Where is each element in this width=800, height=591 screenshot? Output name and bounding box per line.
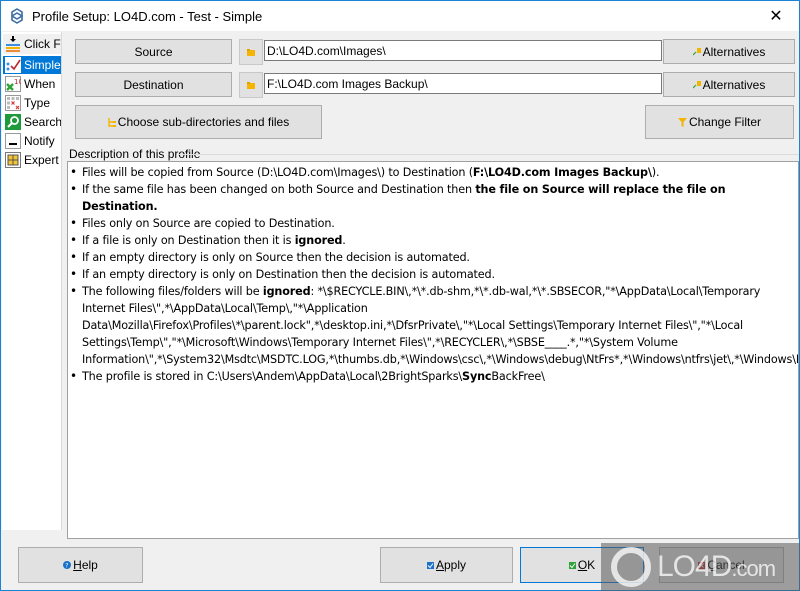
choose-subdirectories-button[interactable]: Choose sub-directories and files [75,105,322,139]
description-item: If a file is only on Destination then it… [70,232,794,249]
description-bold-text: ignored [262,285,311,298]
alternatives-icon [692,47,701,55]
description-item: Files only on Source are copied to Desti… [70,215,794,232]
sidebar-item-expert[interactable]: Expert [3,151,61,169]
description-item: If an empty directory is only on Destina… [70,266,794,283]
sidebar-item-label: Search [24,115,61,129]
cancel-label: Cancel [707,558,745,572]
apply-button[interactable]: Apply [380,547,513,583]
description-text: The profile is stored in C:\Users\Andem\… [82,370,463,383]
description-item: If an empty directory is only on Source … [70,249,794,266]
sidebar-item-label: Type [24,96,51,110]
svg-text:10: 10 [14,78,21,86]
help-label: Help [73,558,98,572]
window-title: Profile Setup: LO4D.com - Test - Simple [32,8,263,24]
ok-button[interactable]: OK [520,547,644,583]
sidebar-item-simple[interactable]: Simple [3,56,61,74]
alternatives-icon [692,80,701,88]
close-icon: ✕ [769,8,783,25]
apply-icon [426,561,434,569]
description-bold-text: ignored [294,234,343,247]
profile-setup-window: Profile Setup: LO4D.com - Test - Simple … [0,0,800,591]
source-path-input[interactable] [264,40,662,61]
description-box: Files will be copied from Source (D:\LO4… [67,161,799,539]
search-icon [5,114,21,130]
sidebar-click-for-button[interactable]: Click Fo [3,34,61,54]
simple-icon [5,57,21,73]
ok-icon [568,561,576,569]
filter-icon [677,117,687,127]
destination-path-input[interactable] [264,73,662,94]
change-filter-button[interactable]: Change Filter [645,105,794,139]
sidebar: Click Fo Simple 10 When Type Search [2,32,62,530]
notify-icon [5,133,21,149]
destination-alternatives-label: Alternatives [702,77,766,92]
description-text: The following files/folders will be [82,285,263,298]
svg-text:?: ? [65,563,68,570]
description-bold-text: F:\LO4D.com Images Backup\ [472,166,652,179]
sidebar-item-search[interactable]: Search [3,113,61,131]
source-button[interactable]: Source [75,39,232,64]
description-text: If a file is only on Destination then it… [82,234,295,247]
description-text: BackFree\ [491,370,545,383]
description-item: The following files/folders will be igno… [70,283,798,368]
title-bar: Profile Setup: LO4D.com - Test - Simple … [1,1,799,31]
sidebar-item-label: Expert [24,153,59,167]
description-item: The profile is stored in C:\Users\Andem\… [70,368,794,385]
help-button[interactable]: ? Help [18,547,143,583]
expert-icon [5,152,21,168]
type-icon [5,95,21,111]
apply-label: Apply [435,558,467,572]
sidebar-item-when[interactable]: 10 When [3,75,61,93]
description-text: If an empty directory is only on Destina… [82,268,495,281]
source-browse-button[interactable] [239,39,263,65]
description-text: Files only on Source are copied to Desti… [82,217,335,230]
description-text: ). [651,166,660,179]
description-item: If the same file has been changed on bot… [70,181,794,215]
sidebar-item-type[interactable]: Type [3,94,61,112]
download-list-icon [5,36,21,52]
sidebar-item-label: When [24,77,56,91]
description-divider [179,154,799,155]
description-text: If the same file has been changed on bot… [82,183,476,196]
source-alternatives-button[interactable]: Alternatives [663,39,795,64]
app-logo-icon [9,8,25,24]
description-bold-text: Sync [462,370,492,383]
source-button-label: Source [134,44,173,59]
cancel-button[interactable]: Cancel [659,547,784,583]
sidebar-click-for-label: Click Fo [24,37,61,51]
description-item: Files will be copied from Source (D:\LO4… [70,164,794,181]
choose-subdirectories-label: Choose sub-directories and files [117,115,290,129]
sidebar-item-label: Simple [24,58,61,72]
description-list: Files will be copied from Source (D:\LO4… [70,164,798,385]
folder-icon [247,48,255,56]
destination-browse-button[interactable] [239,72,263,98]
close-button[interactable]: ✕ [753,1,799,31]
folder-icon [247,81,255,89]
description-text: . [342,234,346,247]
change-filter-label: Change Filter [688,115,762,129]
tree-icon [108,117,116,127]
ok-label: OK [577,558,596,572]
when-icon: 10 [5,76,21,92]
description-text: Files will be copied from Source (D:\LO4… [82,166,473,179]
description-text: If an empty directory is only on Source … [82,251,470,264]
sidebar-item-notify[interactable]: Notify [3,132,61,150]
destination-button-label: Destination [123,77,184,92]
destination-alternatives-button[interactable]: Alternatives [663,72,795,97]
destination-button[interactable]: Destination [75,72,232,97]
source-alternatives-label: Alternatives [702,44,766,59]
cancel-icon [698,561,706,569]
help-icon: ? [63,561,72,570]
sidebar-item-label: Notify [24,134,55,148]
